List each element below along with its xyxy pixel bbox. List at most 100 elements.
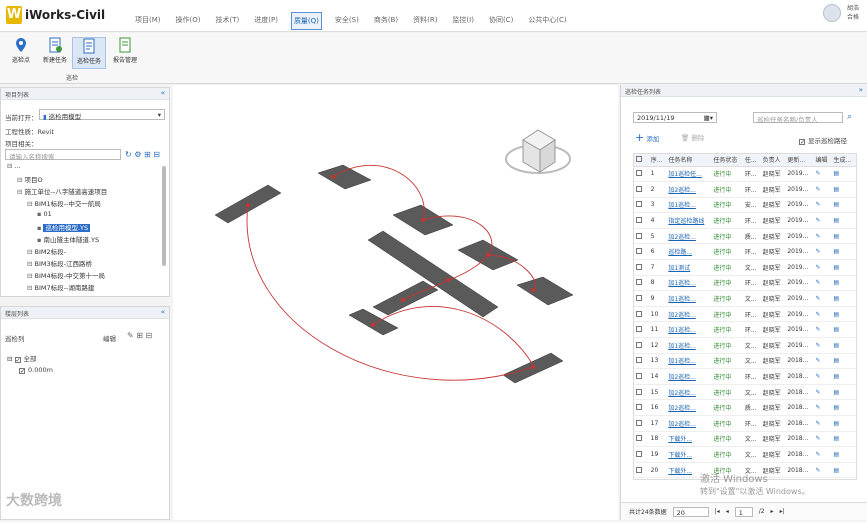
checkbox[interactable]	[636, 217, 642, 224]
generate-report-icon[interactable]: ▤	[831, 243, 856, 261]
table-row[interactable]: 8 加1巡检... 进行中 环... 赵晓军 2019... ✎ ▤	[634, 275, 856, 292]
table-row[interactable]: 5 加2巡检... 进行中 质... 赵晓军 2019... ✎ ▤	[634, 228, 856, 245]
view-cube[interactable]	[505, 129, 571, 174]
edit-icon[interactable]: ✎	[813, 368, 832, 385]
inspection-points[interactable]	[246, 175, 535, 369]
edit-link[interactable]: 编辑	[103, 333, 116, 343]
menu-item[interactable]: 商务(B)	[372, 12, 400, 30]
expand-icon[interactable]: ⊞	[144, 150, 151, 159]
checkbox[interactable]	[636, 310, 642, 317]
column-header[interactable]: 负责人	[760, 154, 786, 167]
last-page-icon[interactable]: ▸|	[780, 508, 785, 515]
column-header[interactable]: 任务状态	[711, 154, 743, 167]
table-row[interactable]: 13 加1巡检... 进行中 文... 赵晓军 2018... ✎ ▤	[634, 353, 856, 370]
search-icon[interactable]: ⌕	[847, 112, 852, 122]
checkbox[interactable]	[636, 435, 642, 442]
edit-icon[interactable]: ✎	[813, 399, 832, 416]
generate-report-icon[interactable]: ▤	[831, 431, 856, 448]
column-header[interactable]: 序...	[648, 154, 667, 167]
column-header[interactable]: 编辑	[813, 154, 832, 167]
table-row[interactable]: 15 加2巡检... 进行中 文... 赵晓军 2018... ✎ ▤	[634, 384, 856, 401]
edit-icon[interactable]: ✎	[813, 275, 832, 292]
checkbox[interactable]	[636, 295, 642, 302]
menu-item[interactable]: 安全(S)	[333, 12, 361, 30]
inspection-point-button[interactable]: 巡检点	[4, 37, 38, 69]
edit-icon[interactable]: ✎	[813, 166, 832, 183]
next-page-icon[interactable]: ▸	[771, 508, 774, 515]
checkbox[interactable]	[636, 373, 642, 380]
task-name-link[interactable]: 加2巡检...	[666, 181, 712, 198]
user-area[interactable]: 胡浩 合格	[822, 4, 859, 22]
menu-item[interactable]: 操作(O)	[174, 12, 203, 30]
menu-item[interactable]: 资料(R)	[411, 12, 439, 30]
refresh-icon[interactable]: ↻	[125, 150, 132, 159]
tree-node[interactable]: ▪ 南山隧主体隧道.YS	[37, 234, 99, 244]
task-name-link[interactable]: 加1巡检任...	[666, 166, 712, 183]
menu-item[interactable]: 公共中心(C)	[526, 12, 568, 30]
tree-toggle-icon[interactable]: ⊟	[17, 188, 25, 196]
project-search-input[interactable]: 请输入名称搜索	[5, 149, 121, 161]
edit-icon[interactable]: ✎	[813, 337, 832, 354]
checkbox[interactable]	[636, 248, 642, 255]
table-row[interactable]: 1 加1巡检任... 进行中 环... 赵晓军 2019... ✎ ▤	[634, 166, 856, 183]
generate-report-icon[interactable]: ▤	[831, 275, 856, 292]
calendar-icon[interactable]: ▦▾	[704, 114, 713, 122]
page-input[interactable]: 1	[734, 506, 753, 517]
generate-report-icon[interactable]: ▤	[831, 462, 856, 479]
add-button[interactable]: + 添加	[635, 131, 659, 144]
edit-icon[interactable]: ✎	[813, 321, 832, 339]
table-row[interactable]: 2 加2巡检... 进行中 环... 赵晓军 2019... ✎ ▤	[634, 181, 856, 198]
avatar[interactable]	[822, 4, 841, 22]
table-row[interactable]: 9 加1巡检... 进行中 文... 赵晓军 2019... ✎ ▤	[634, 290, 856, 307]
checkbox[interactable]	[636, 232, 642, 239]
open-project-select[interactable]: ▮ 巡检用模型 ▾	[39, 109, 165, 121]
tree-node[interactable]: ⊟ ...	[7, 162, 21, 170]
collapse-all-icon[interactable]: ⊟	[153, 150, 160, 159]
generate-report-icon[interactable]: ▤	[831, 228, 856, 245]
edit-icon[interactable]: ✎	[813, 181, 832, 198]
table-row[interactable]: 12 加1巡检... 进行中 文... 赵晓军 2019... ✎ ▤	[634, 337, 856, 354]
edit-icon[interactable]: ✎	[813, 228, 832, 245]
tree-toggle-icon[interactable]: ⊟	[7, 162, 15, 170]
table-row[interactable]: 10 加2巡检... 进行中 环... 赵晓军 2019... ✎ ▤	[634, 306, 856, 323]
model-canvas[interactable]	[173, 85, 618, 520]
generate-report-icon[interactable]: ▤	[831, 415, 856, 432]
new-task-button[interactable]: 新建任务	[38, 37, 72, 69]
task-name-link[interactable]: 加1巡检...	[666, 337, 712, 354]
task-name-link[interactable]: 加1巡检...	[666, 197, 712, 214]
checkbox[interactable]	[636, 279, 642, 286]
generate-report-icon[interactable]: ▤	[831, 446, 856, 463]
task-name-link[interactable]: 加1巡检...	[666, 321, 712, 339]
checkbox[interactable]	[636, 170, 642, 177]
tree-scrollbar[interactable]	[162, 166, 166, 266]
generate-report-icon[interactable]: ▤	[831, 399, 856, 416]
table-row[interactable]: 7 加1测试 进行中 文... 赵晓军 2019... ✎ ▤	[634, 259, 856, 276]
tree-toggle-icon[interactable]: ⊟	[27, 200, 35, 208]
checkbox[interactable]	[636, 201, 642, 208]
checkbox[interactable]	[636, 263, 642, 270]
checkbox[interactable]	[636, 404, 642, 411]
generate-report-icon[interactable]: ▤	[831, 337, 856, 354]
generate-report-icon[interactable]: ▤	[831, 197, 856, 214]
first-page-icon[interactable]: |◂	[715, 508, 720, 515]
checkbox[interactable]	[799, 139, 805, 145]
menu-item[interactable]: 质量(Q)	[290, 12, 322, 30]
edit-icon[interactable]: ✎	[813, 415, 832, 432]
tree-toggle-icon[interactable]: ⊟	[27, 260, 35, 268]
table-row[interactable]: 19 下载外... 进行中 文... 赵晓军 2018... ✎ ▤	[634, 446, 856, 463]
table-row[interactable]: 16 加2巡检... 进行中 质... 赵晓军 2018... ✎ ▤	[634, 399, 856, 416]
model-viewport[interactable]	[173, 85, 618, 520]
table-row[interactable]: 14 加2巡检... 进行中 环... 赵晓军 2018... ✎ ▤	[634, 368, 856, 385]
checkbox[interactable]	[636, 156, 642, 163]
checkbox[interactable]	[636, 388, 642, 395]
generate-report-icon[interactable]: ▤	[831, 306, 856, 323]
edit-icon[interactable]: ✎	[813, 431, 832, 448]
checkbox[interactable]	[14, 357, 21, 363]
task-name-link[interactable]: 加1测试	[666, 259, 712, 276]
checkbox[interactable]	[636, 419, 642, 426]
tree-toggle-icon[interactable]: ⊟	[27, 272, 35, 280]
menu-item[interactable]: 技术(T)	[214, 12, 242, 30]
gear-icon[interactable]: ⚙	[134, 150, 141, 159]
edit-icon[interactable]: ✎	[813, 197, 832, 214]
generate-report-icon[interactable]: ▤	[831, 259, 856, 276]
